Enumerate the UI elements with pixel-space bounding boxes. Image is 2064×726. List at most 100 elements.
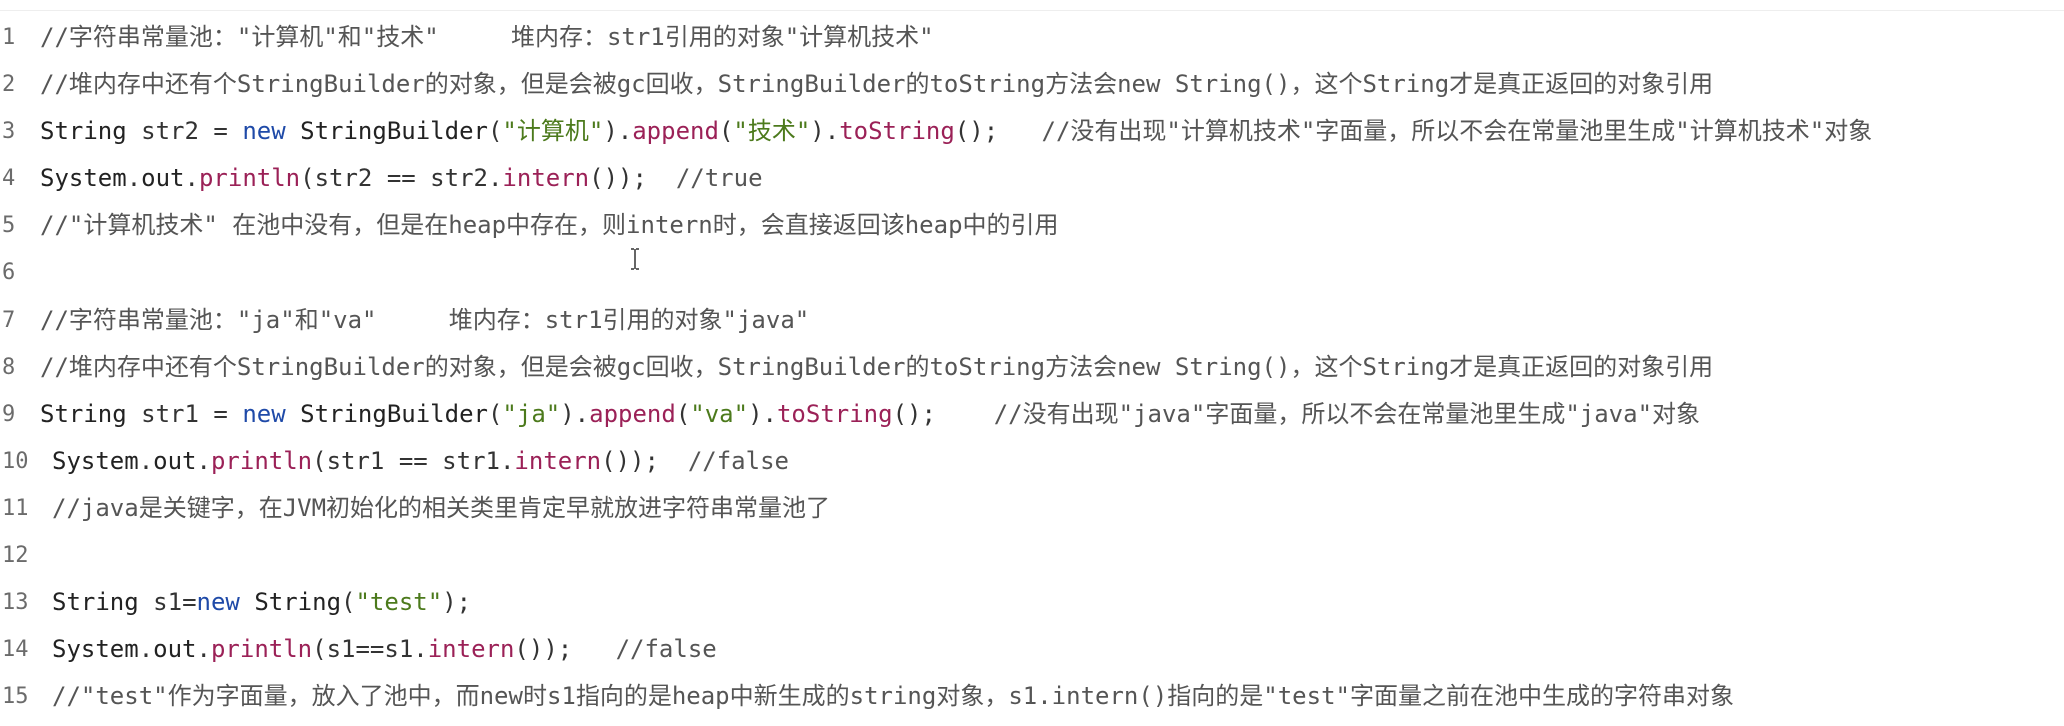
code-punctuation: = (213, 399, 228, 428)
code-identifier: out (153, 635, 197, 664)
code-comment: //字符串常量池："计算机"和"技术" 堆内存：str1引用的对象"计算机技术" (40, 23, 934, 51)
code-string: "计算机" (502, 117, 604, 146)
code-editor[interactable]: 1 //字符串常量池："计算机"和"技术" 堆内存：str1引用的对象"计算机技术… (0, 14, 2064, 720)
code-method: append (632, 117, 719, 146)
code-method: println (210, 635, 313, 664)
line-number: 11 (2, 495, 29, 521)
code-text: System.out.println(str1 == str1.intern()… (52, 438, 789, 485)
code-punctuation: (str2 == str2. (300, 164, 503, 193)
code-punctuation: (); (892, 399, 994, 428)
code-method: intern (427, 635, 515, 664)
code-identifier: System (52, 446, 139, 475)
code-punctuation: . (196, 446, 211, 475)
code-punctuation: ( (487, 399, 503, 428)
code-text: String str2 = new StringBuilder("计算机").a… (40, 108, 1872, 155)
text-cursor-ibeam-icon (630, 248, 640, 270)
code-text: //"计算机技术" 在池中没有，但是在heap中存在，则intern时，会直接返… (40, 202, 1059, 249)
code-punctuation: ( (675, 399, 691, 428)
code-punctuation: ). (603, 117, 633, 146)
line-number: 9 (2, 401, 16, 427)
code-line[interactable]: 12 (0, 532, 2064, 579)
line-number: 1 (2, 25, 16, 50)
code-method: intern (502, 164, 590, 193)
code-punctuation: ()); (601, 446, 688, 475)
code-punctuation: (); (954, 117, 1042, 146)
code-comment: //没有出现"java"字面量，所以不会在常量池里生成"java"对象 (993, 399, 1701, 428)
line-number: 15 (2, 684, 29, 710)
editor-top-border (0, 10, 2064, 11)
line-number: 8 (2, 354, 16, 380)
code-punctuation (286, 117, 300, 145)
code-line[interactable]: 5 //"计算机技术" 在池中没有，但是在heap中存在，则intern时，会直接… (0, 202, 2064, 249)
code-text: //"test"作为字面量，放入了池中，而new时s1指向的是heap中新生成的… (52, 673, 1734, 720)
code-punctuation: . (196, 635, 211, 664)
code-punctuation: ()); (589, 164, 676, 193)
code-comment: //堆内存中还有个StringBuilder的对象，但是会被gc回收，Strin… (40, 70, 1714, 99)
code-text: String s1=new String("test"); (52, 579, 471, 626)
code-method: println (210, 446, 313, 475)
code-comment: //没有出现"计算机技术"字面量，所以不会在常量池里生成"计算机技术"对象 (1041, 117, 1873, 146)
code-punctuation: ). (748, 399, 777, 428)
code-line[interactable]: 4 System.out.println(str2 == str2.intern(… (0, 155, 2064, 202)
code-method: toString (776, 399, 893, 428)
code-line[interactable]: 9 String str1 = new StringBuilder("ja").a… (0, 391, 2064, 438)
code-identifier: String (40, 117, 127, 146)
code-line[interactable]: 15 //"test"作为字面量，放入了池中，而new时s1指向的是heap中新生… (0, 673, 2064, 720)
code-identifier: String (254, 588, 342, 617)
code-text: String str1 = new StringBuilder("ja").ap… (40, 391, 1700, 438)
code-method: println (198, 164, 301, 193)
line-number: 5 (2, 213, 16, 239)
code-punctuation: = (182, 588, 197, 617)
code-punctuation: ). (810, 117, 840, 146)
code-punctuation: ( (718, 117, 734, 146)
code-string: "ja" (502, 399, 561, 428)
line-number: 2 (2, 72, 16, 98)
code-line[interactable]: 14 System.out.println(s1==s1.intern()); /… (0, 626, 2064, 673)
code-line[interactable]: 7 //字符串常量池："ja"和"va" 堆内存：str1引用的对象"java" (0, 297, 2064, 344)
code-string: "test" (355, 588, 443, 617)
code-line[interactable]: 6 (0, 249, 2064, 296)
code-string: "技术" (733, 117, 811, 146)
code-line[interactable]: 8 //堆内存中还有个StringBuilder的对象，但是会被gc回收，Stri… (0, 344, 2064, 391)
code-keyword: new (242, 117, 286, 146)
code-identifier: System (40, 164, 127, 193)
code-punctuation: s1 (138, 588, 183, 617)
code-punctuation: . (126, 164, 142, 193)
line-number: 14 (2, 637, 29, 663)
code-identifier: out (153, 446, 197, 475)
code-method: intern (514, 446, 602, 475)
code-punctuation: ( (341, 588, 356, 617)
code-line[interactable]: 3 String str2 = new StringBuilder("计算机").… (0, 108, 2064, 155)
code-line[interactable]: 10 System.out.println(str1 == str1.intern… (0, 438, 2064, 485)
code-text: //字符串常量池："计算机"和"技术" 堆内存：str1引用的对象"计算机技术" (40, 14, 934, 61)
code-string: "va" (690, 399, 749, 428)
code-keyword: new (196, 588, 240, 617)
code-identifier: String (52, 588, 139, 617)
code-punctuation: ( (487, 117, 503, 146)
code-punctuation: = (213, 117, 228, 146)
code-punctuation: ); (442, 588, 472, 617)
code-comment: //java是关键字，在JVM初始化的相关类里肯定早就放进字符串常量池了 (52, 493, 831, 522)
code-identifier: System (52, 635, 139, 664)
code-keyword: new (242, 399, 286, 428)
line-number: 12 (2, 543, 29, 569)
code-identifier: StringBuilder (300, 399, 488, 428)
code-line[interactable]: 2 //堆内存中还有个StringBuilder的对象，但是会被gc回收，Stri… (0, 61, 2064, 108)
line-number: 6 (2, 260, 16, 286)
code-method: toString (839, 117, 955, 146)
code-comment: //true (675, 164, 763, 193)
code-punctuation: ). (560, 399, 590, 428)
code-line[interactable]: 11 //java是关键字，在JVM初始化的相关类里肯定早就放进字符串常量池了 (0, 485, 2064, 532)
code-method: append (589, 399, 676, 428)
code-punctuation: ()); (514, 635, 616, 664)
code-text: //堆内存中还有个StringBuilder的对象，但是会被gc回收，Strin… (40, 61, 1713, 108)
code-text: System.out.println(s1==s1.intern()); //f… (52, 626, 717, 673)
code-punctuation (286, 400, 300, 428)
code-line[interactable]: 1 //字符串常量池："计算机"和"技术" 堆内存：str1引用的对象"计算机技术… (0, 14, 2064, 61)
code-punctuation: str1 (126, 399, 214, 428)
code-punctuation: . (138, 446, 154, 475)
code-text: System.out.println(str2 == str2.intern()… (40, 155, 763, 202)
line-number: 7 (2, 307, 16, 333)
code-line[interactable]: 13 String s1=new String("test"); (0, 579, 2064, 626)
code-text: //字符串常量池："ja"和"va" 堆内存：str1引用的对象"java" (40, 297, 809, 344)
